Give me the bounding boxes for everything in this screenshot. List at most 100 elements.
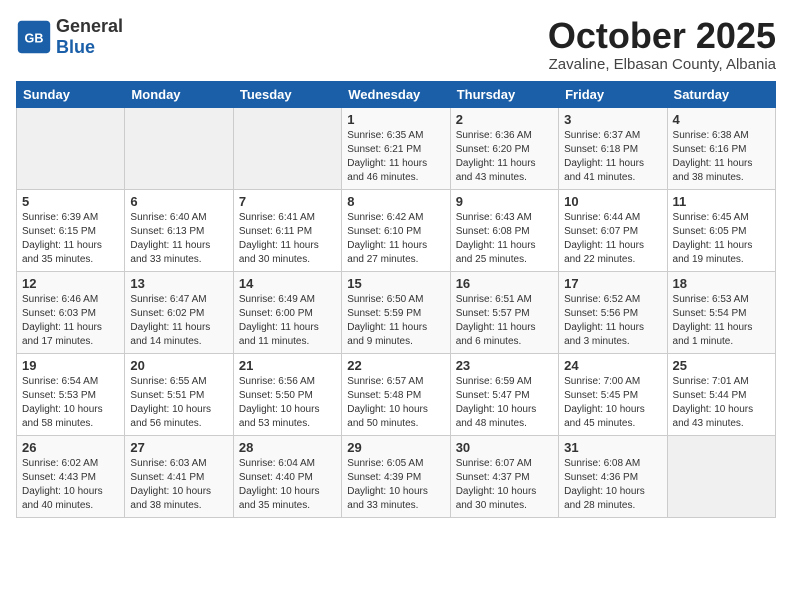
calendar-cell: 28 Sunrise: 6:04 AM Sunset: 4:40 PM Dayli… <box>233 435 341 517</box>
calendar-cell: 3 Sunrise: 6:37 AM Sunset: 6:18 PM Daylig… <box>559 107 667 189</box>
weekday-header: Tuesday <box>233 81 341 107</box>
day-info: Sunrise: 6:56 AM Sunset: 5:50 PM Dayligh… <box>239 375 336 431</box>
calendar-cell: 24 Sunrise: 7:00 AM Sunset: 5:45 PM Dayli… <box>559 353 667 435</box>
calendar-cell <box>125 107 233 189</box>
day-number: 3 <box>564 112 661 127</box>
day-number: 1 <box>347 112 444 127</box>
calendar-cell: 13 Sunrise: 6:47 AM Sunset: 6:02 PM Dayli… <box>125 271 233 353</box>
day-number: 26 <box>22 440 119 455</box>
day-info: Sunrise: 6:44 AM Sunset: 6:07 PM Dayligh… <box>564 211 661 267</box>
day-info: Sunrise: 6:55 AM Sunset: 5:51 PM Dayligh… <box>130 375 227 431</box>
day-number: 17 <box>564 276 661 291</box>
calendar-cell: 7 Sunrise: 6:41 AM Sunset: 6:11 PM Daylig… <box>233 189 341 271</box>
calendar-cell: 12Sunrise: 6:46 AM Sunset: 6:03 PM Dayli… <box>17 271 125 353</box>
weekday-header: Wednesday <box>342 81 450 107</box>
location-subtitle: Zavaline, Elbasan County, Albania <box>548 56 776 73</box>
calendar-cell: 5 Sunrise: 6:39 AM Sunset: 6:15 PM Daylig… <box>17 189 125 271</box>
day-number: 2 <box>456 112 553 127</box>
calendar-cell: 25 Sunrise: 7:01 AM Sunset: 5:44 PM Dayli… <box>667 353 775 435</box>
svg-text:GB: GB <box>25 31 44 45</box>
calendar-cell: 1 Sunrise: 6:35 AM Sunset: 6:21 PM Daylig… <box>342 107 450 189</box>
day-info: Sunrise: 6:05 AM Sunset: 4:39 PM Dayligh… <box>347 457 444 513</box>
day-info: Sunrise: 6:49 AM Sunset: 6:00 PM Dayligh… <box>239 293 336 349</box>
page-header: GB General Blue October 2025 Zavaline, E… <box>16 16 776 73</box>
day-info: Sunrise: 6:59 AM Sunset: 5:47 PM Dayligh… <box>456 375 553 431</box>
calendar-week-row: 12Sunrise: 6:46 AM Sunset: 6:03 PM Dayli… <box>17 271 776 353</box>
calendar-cell: 4Sunrise: 6:38 AM Sunset: 6:16 PM Daylig… <box>667 107 775 189</box>
day-info: Sunrise: 6:07 AM Sunset: 4:37 PM Dayligh… <box>456 457 553 513</box>
day-info: Sunrise: 6:02 AM Sunset: 4:43 PM Dayligh… <box>22 457 119 513</box>
calendar-cell: 23 Sunrise: 6:59 AM Sunset: 5:47 PM Dayli… <box>450 353 558 435</box>
day-number: 16 <box>456 276 553 291</box>
day-number: 4 <box>673 112 770 127</box>
day-number: 23 <box>456 358 553 373</box>
month-title: October 2025 <box>548 16 776 56</box>
day-info: Sunrise: 6:41 AM Sunset: 6:11 PM Dayligh… <box>239 211 336 267</box>
calendar-cell: 18 Sunrise: 6:53 AM Sunset: 5:54 PM Dayli… <box>667 271 775 353</box>
day-number: 20 <box>130 358 227 373</box>
day-info: Sunrise: 6:46 AM Sunset: 6:03 PM Dayligh… <box>22 293 119 349</box>
day-number: 11 <box>673 194 770 209</box>
day-number: 18 <box>673 276 770 291</box>
day-number: 7 <box>239 194 336 209</box>
day-number: 5 <box>22 194 119 209</box>
day-number: 15 <box>347 276 444 291</box>
calendar-cell: 2 Sunrise: 6:36 AM Sunset: 6:20 PM Daylig… <box>450 107 558 189</box>
weekday-header: Monday <box>125 81 233 107</box>
calendar-cell: 16 Sunrise: 6:51 AM Sunset: 5:57 PM Dayli… <box>450 271 558 353</box>
day-info: Sunrise: 6:42 AM Sunset: 6:10 PM Dayligh… <box>347 211 444 267</box>
calendar-cell: 6Sunrise: 6:40 AM Sunset: 6:13 PM Daylig… <box>125 189 233 271</box>
day-info: Sunrise: 6:39 AM Sunset: 6:15 PM Dayligh… <box>22 211 119 267</box>
calendar-week-row: 19Sunrise: 6:54 AM Sunset: 5:53 PM Dayli… <box>17 353 776 435</box>
calendar-cell: 11 Sunrise: 6:45 AM Sunset: 6:05 PM Dayli… <box>667 189 775 271</box>
day-info: Sunrise: 6:47 AM Sunset: 6:02 PM Dayligh… <box>130 293 227 349</box>
logo: GB General Blue <box>16 16 123 58</box>
calendar-week-row: 26 Sunrise: 6:02 AM Sunset: 4:43 PM Dayli… <box>17 435 776 517</box>
logo-icon: GB <box>16 19 52 55</box>
calendar-cell: 19Sunrise: 6:54 AM Sunset: 5:53 PM Dayli… <box>17 353 125 435</box>
day-number: 28 <box>239 440 336 455</box>
day-info: Sunrise: 7:00 AM Sunset: 5:45 PM Dayligh… <box>564 375 661 431</box>
day-info: Sunrise: 6:04 AM Sunset: 4:40 PM Dayligh… <box>239 457 336 513</box>
weekday-header: Sunday <box>17 81 125 107</box>
calendar-cell <box>667 435 775 517</box>
calendar-table: SundayMondayTuesdayWednesdayThursdayFrid… <box>16 81 776 518</box>
calendar-cell: 10 Sunrise: 6:44 AM Sunset: 6:07 PM Dayli… <box>559 189 667 271</box>
day-info: Sunrise: 6:37 AM Sunset: 6:18 PM Dayligh… <box>564 129 661 185</box>
day-number: 25 <box>673 358 770 373</box>
calendar-cell: 29 Sunrise: 6:05 AM Sunset: 4:39 PM Dayli… <box>342 435 450 517</box>
weekday-header: Saturday <box>667 81 775 107</box>
day-number: 10 <box>564 194 661 209</box>
day-info: Sunrise: 6:35 AM Sunset: 6:21 PM Dayligh… <box>347 129 444 185</box>
day-number: 27 <box>130 440 227 455</box>
day-info: Sunrise: 7:01 AM Sunset: 5:44 PM Dayligh… <box>673 375 770 431</box>
day-info: Sunrise: 6:51 AM Sunset: 5:57 PM Dayligh… <box>456 293 553 349</box>
weekday-header-row: SundayMondayTuesdayWednesdayThursdayFrid… <box>17 81 776 107</box>
day-number: 14 <box>239 276 336 291</box>
weekday-header: Thursday <box>450 81 558 107</box>
day-info: Sunrise: 6:45 AM Sunset: 6:05 PM Dayligh… <box>673 211 770 267</box>
day-number: 21 <box>239 358 336 373</box>
calendar-cell: 8 Sunrise: 6:42 AM Sunset: 6:10 PM Daylig… <box>342 189 450 271</box>
day-info: Sunrise: 6:50 AM Sunset: 5:59 PM Dayligh… <box>347 293 444 349</box>
day-info: Sunrise: 6:52 AM Sunset: 5:56 PM Dayligh… <box>564 293 661 349</box>
calendar-cell: 27 Sunrise: 6:03 AM Sunset: 4:41 PM Dayli… <box>125 435 233 517</box>
calendar-cell: 15 Sunrise: 6:50 AM Sunset: 5:59 PM Dayli… <box>342 271 450 353</box>
day-info: Sunrise: 6:40 AM Sunset: 6:13 PM Dayligh… <box>130 211 227 267</box>
day-number: 24 <box>564 358 661 373</box>
day-info: Sunrise: 6:03 AM Sunset: 4:41 PM Dayligh… <box>130 457 227 513</box>
day-info: Sunrise: 6:36 AM Sunset: 6:20 PM Dayligh… <box>456 129 553 185</box>
day-info: Sunrise: 6:43 AM Sunset: 6:08 PM Dayligh… <box>456 211 553 267</box>
calendar-cell: 26 Sunrise: 6:02 AM Sunset: 4:43 PM Dayli… <box>17 435 125 517</box>
calendar-cell: 17 Sunrise: 6:52 AM Sunset: 5:56 PM Dayli… <box>559 271 667 353</box>
day-number: 8 <box>347 194 444 209</box>
day-number: 13 <box>130 276 227 291</box>
day-number: 9 <box>456 194 553 209</box>
calendar-week-row: 1 Sunrise: 6:35 AM Sunset: 6:21 PM Daylig… <box>17 107 776 189</box>
day-info: Sunrise: 6:53 AM Sunset: 5:54 PM Dayligh… <box>673 293 770 349</box>
calendar-cell <box>233 107 341 189</box>
calendar-cell: 31Sunrise: 6:08 AM Sunset: 4:36 PM Dayli… <box>559 435 667 517</box>
day-number: 29 <box>347 440 444 455</box>
day-info: Sunrise: 6:57 AM Sunset: 5:48 PM Dayligh… <box>347 375 444 431</box>
day-number: 19 <box>22 358 119 373</box>
